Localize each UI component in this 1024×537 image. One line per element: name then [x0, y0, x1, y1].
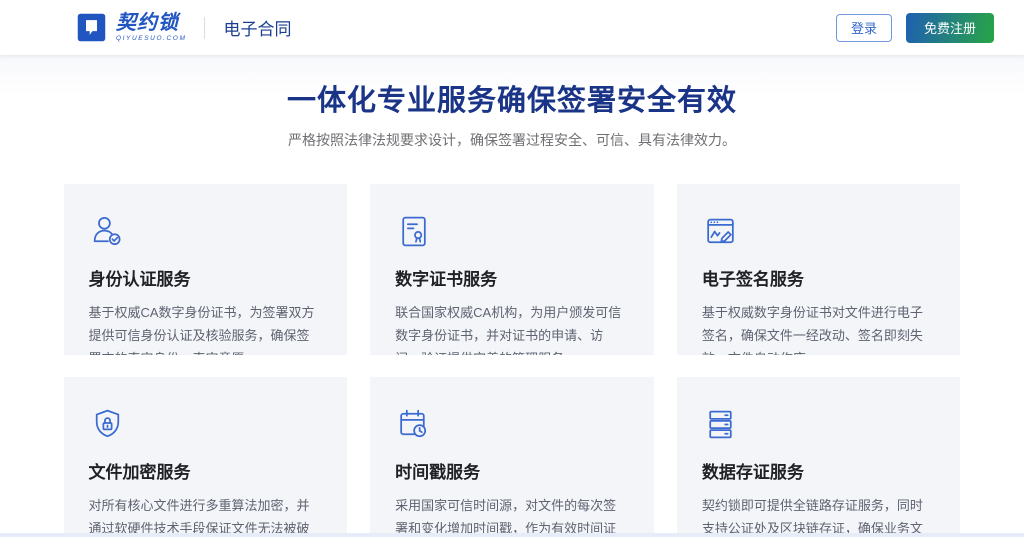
top-header: 契约锁 QIYUESUO.COM 电子合同 登录 免费注册 [0, 0, 1024, 55]
service-description: 联合国家权威CA机构，为用户颁发可信数字身份证书，并对证书的申请、访问、验证提供… [395, 301, 628, 355]
service-title: 数字证书服务 [395, 265, 628, 290]
qiyuesuo-logo-icon [75, 11, 108, 44]
service-card-signature: 电子签名服务 基于权威数字身份证书对文件进行电子签名，确保文件一经改动、签名即刻… [677, 184, 961, 355]
brand-name: 契约锁 [116, 13, 186, 33]
service-card-evidence: 数据存证服务 契约锁即可提供全链路存证服务，同时支持公证处及区块链存证，确保业务… [677, 377, 961, 537]
service-title: 时间戳服务 [395, 458, 628, 483]
service-description: 契约锁即可提供全链路存证服务，同时支持公证处及区块链存证，确保业务文件可核验、过… [702, 494, 935, 537]
register-button[interactable]: 免费注册 [906, 13, 994, 43]
service-description: 基于权威数字身份证书对文件进行电子签名，确保文件一经改动、签名即刻失效，文件自动… [702, 301, 935, 355]
hero-section: 一体化专业服务确保签署安全有效 严格按照法律法规要求设计，确保签署过程安全、可信… [0, 55, 1024, 150]
service-card-certificate: 数字证书服务 联合国家权威CA机构，为用户颁发可信数字身份证书，并对证书的申请、… [370, 184, 654, 355]
shield-lock-icon [89, 406, 322, 443]
identity-check-icon [89, 213, 322, 250]
service-card-encryption: 文件加密服务 对所有核心文件进行多重算法加密，并通过软硬件技术手段保证文件无法被… [64, 377, 348, 537]
page-subtitle: 严格按照法律法规要求设计，确保签署过程安全、可信、具有法律效力。 [0, 130, 1024, 150]
login-button[interactable]: 登录 [836, 14, 892, 42]
header-divider [204, 17, 205, 39]
page-title: 一体化专业服务确保签署安全有效 [0, 77, 1024, 119]
service-description: 对所有核心文件进行多重算法加密，并通过软硬件技术手段保证文件无法被破解。 [89, 494, 322, 537]
product-name: 电子合同 [223, 15, 291, 40]
service-description: 基于权威CA数字身份证书，为签署双方提供可信身份认证及核验服务，确保签署方的真实… [89, 301, 322, 355]
certificate-seal-icon [395, 213, 628, 250]
calendar-clock-icon [395, 406, 628, 443]
brand-logo[interactable]: 契约锁 QIYUESUO.COM [75, 11, 186, 44]
service-title: 文件加密服务 [89, 458, 322, 483]
server-stack-icon [702, 406, 935, 443]
service-description: 采用国家可信时间源，对文件的每次签署和变化增加时间戳，作为有效时间证据证明文件在… [395, 494, 628, 537]
service-card-identity: 身份认证服务 基于权威CA数字身份证书，为签署双方提供可信身份认证及核验服务，确… [64, 184, 348, 355]
service-title: 身份认证服务 [89, 265, 322, 290]
next-section-edge [0, 533, 1024, 537]
service-title: 电子签名服务 [702, 265, 935, 290]
service-title: 数据存证服务 [702, 458, 935, 483]
service-card-timestamp: 时间戳服务 采用国家可信时间源，对文件的每次签署和变化增加时间戳，作为有效时间证… [370, 377, 654, 537]
brand-domain: QIYUESUO.COM [116, 36, 186, 43]
signature-pen-icon [702, 213, 935, 250]
services-grid: 身份认证服务 基于权威CA数字身份证书，为签署双方提供可信身份认证及核验服务，确… [64, 184, 961, 537]
